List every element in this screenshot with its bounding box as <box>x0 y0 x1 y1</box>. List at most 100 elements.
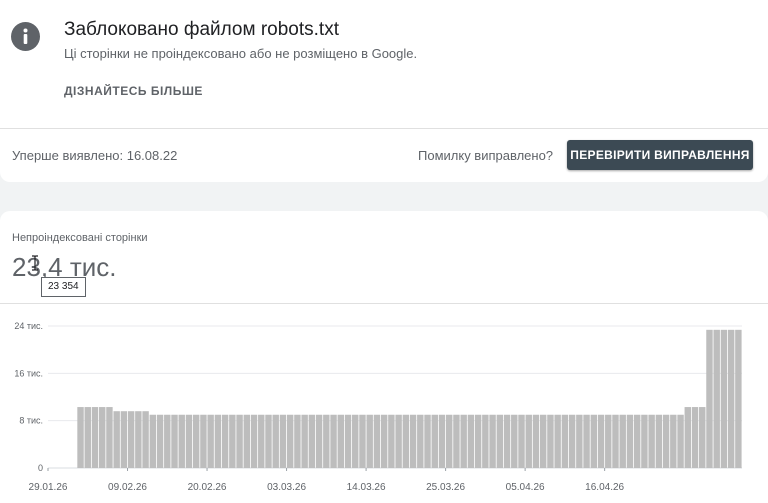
bar[interactable] <box>662 414 670 468</box>
bar[interactable] <box>503 414 511 468</box>
bar[interactable] <box>142 411 149 468</box>
bar[interactable] <box>315 414 323 468</box>
bar[interactable] <box>272 414 279 468</box>
bar[interactable] <box>446 414 453 468</box>
bar[interactable] <box>720 329 728 468</box>
bar[interactable] <box>221 414 229 468</box>
bar[interactable] <box>438 414 446 468</box>
bar[interactable] <box>532 414 540 468</box>
bar[interactable] <box>727 329 735 468</box>
bar[interactable] <box>633 414 641 468</box>
bar[interactable] <box>106 407 113 468</box>
bar[interactable] <box>366 414 373 468</box>
bar[interactable] <box>518 414 525 468</box>
bar[interactable] <box>156 414 164 468</box>
bar[interactable] <box>323 414 330 468</box>
bar[interactable] <box>496 414 504 468</box>
bar[interactable] <box>482 414 489 468</box>
bar[interactable] <box>568 414 576 468</box>
bar[interactable] <box>120 411 128 468</box>
bar[interactable] <box>77 407 84 468</box>
bar[interactable] <box>612 414 619 468</box>
bar[interactable] <box>539 414 547 468</box>
x-tick-label: 14.03.26 <box>347 482 386 493</box>
bar[interactable] <box>576 414 583 468</box>
bar-chart[interactable]: 0 8 тис. 16 тис. 24 тис. 29.01.26 09.02.26 20.… <box>0 304 768 503</box>
y-tick-label: 16 тис. <box>14 368 43 378</box>
bar[interactable] <box>178 414 185 468</box>
bar[interactable] <box>691 407 699 468</box>
bar[interactable] <box>258 414 265 468</box>
bar[interactable] <box>424 414 431 468</box>
validate-fix-button[interactable]: ПЕРЕВІРИТИ ВИПРАВЛЕННЯ <box>567 140 753 170</box>
bar[interactable] <box>547 414 554 468</box>
bar[interactable] <box>684 407 691 468</box>
bar[interactable] <box>164 414 171 468</box>
bar[interactable] <box>308 414 316 468</box>
bar[interactable] <box>207 414 214 468</box>
bar[interactable] <box>84 407 91 468</box>
bar[interactable] <box>431 414 438 468</box>
bar[interactable] <box>402 414 410 468</box>
bar[interactable] <box>597 414 605 468</box>
bar[interactable] <box>648 414 655 468</box>
bar[interactable] <box>460 414 467 468</box>
bar[interactable] <box>554 414 561 468</box>
bar[interactable] <box>359 414 366 468</box>
bar[interactable] <box>250 414 258 468</box>
bar[interactable] <box>626 414 634 468</box>
bar[interactable] <box>127 411 135 468</box>
bar[interactable] <box>655 414 663 468</box>
bar[interactable] <box>294 414 301 468</box>
bar[interactable] <box>619 414 626 468</box>
bar[interactable] <box>735 329 742 468</box>
learn-more-link[interactable]: ДІЗНАЙТЕСЬ БІЛЬШЕ <box>64 84 203 98</box>
bar[interactable] <box>337 414 344 468</box>
bar[interactable] <box>214 414 222 468</box>
bar[interactable] <box>467 414 475 468</box>
bar[interactable] <box>330 414 337 468</box>
bar[interactable] <box>525 414 532 468</box>
bar[interactable] <box>135 411 142 468</box>
bar[interactable] <box>670 414 677 468</box>
bar[interactable] <box>409 414 417 468</box>
bar[interactable] <box>192 414 200 468</box>
bar[interactable] <box>561 414 569 468</box>
bar[interactable] <box>713 329 720 468</box>
value-tooltip: 23 354 <box>41 277 86 297</box>
x-tick-label: 05.04.26 <box>506 482 545 493</box>
bar[interactable] <box>641 414 648 468</box>
bar[interactable] <box>265 414 272 468</box>
bar[interactable] <box>699 407 706 468</box>
bar[interactable] <box>301 414 308 468</box>
bar[interactable] <box>279 414 287 468</box>
bar[interactable] <box>388 414 395 468</box>
bar[interactable] <box>286 414 294 468</box>
bar[interactable] <box>229 414 236 468</box>
bar[interactable] <box>590 414 598 468</box>
bar[interactable] <box>706 329 713 468</box>
bar[interactable] <box>352 414 359 468</box>
bar[interactable] <box>474 414 482 468</box>
bar[interactable] <box>185 414 193 468</box>
bar[interactable] <box>243 414 251 468</box>
bar[interactable] <box>605 414 612 468</box>
x-tick-label: 29.01.26 <box>29 482 68 493</box>
bar[interactable] <box>511 414 518 468</box>
bar[interactable] <box>236 414 243 468</box>
bar[interactable] <box>200 414 207 468</box>
bar[interactable] <box>395 414 402 468</box>
bar[interactable] <box>373 414 381 468</box>
bar[interactable] <box>453 414 460 468</box>
bar[interactable] <box>113 411 120 468</box>
bar[interactable] <box>99 407 106 468</box>
bar[interactable] <box>344 414 352 468</box>
bar[interactable] <box>677 414 684 468</box>
bar[interactable] <box>380 414 388 468</box>
bar[interactable] <box>149 414 157 468</box>
bar[interactable] <box>91 407 99 468</box>
bar[interactable] <box>583 414 590 468</box>
bar[interactable] <box>171 414 178 468</box>
bar[interactable] <box>489 414 496 468</box>
bar[interactable] <box>417 414 424 468</box>
